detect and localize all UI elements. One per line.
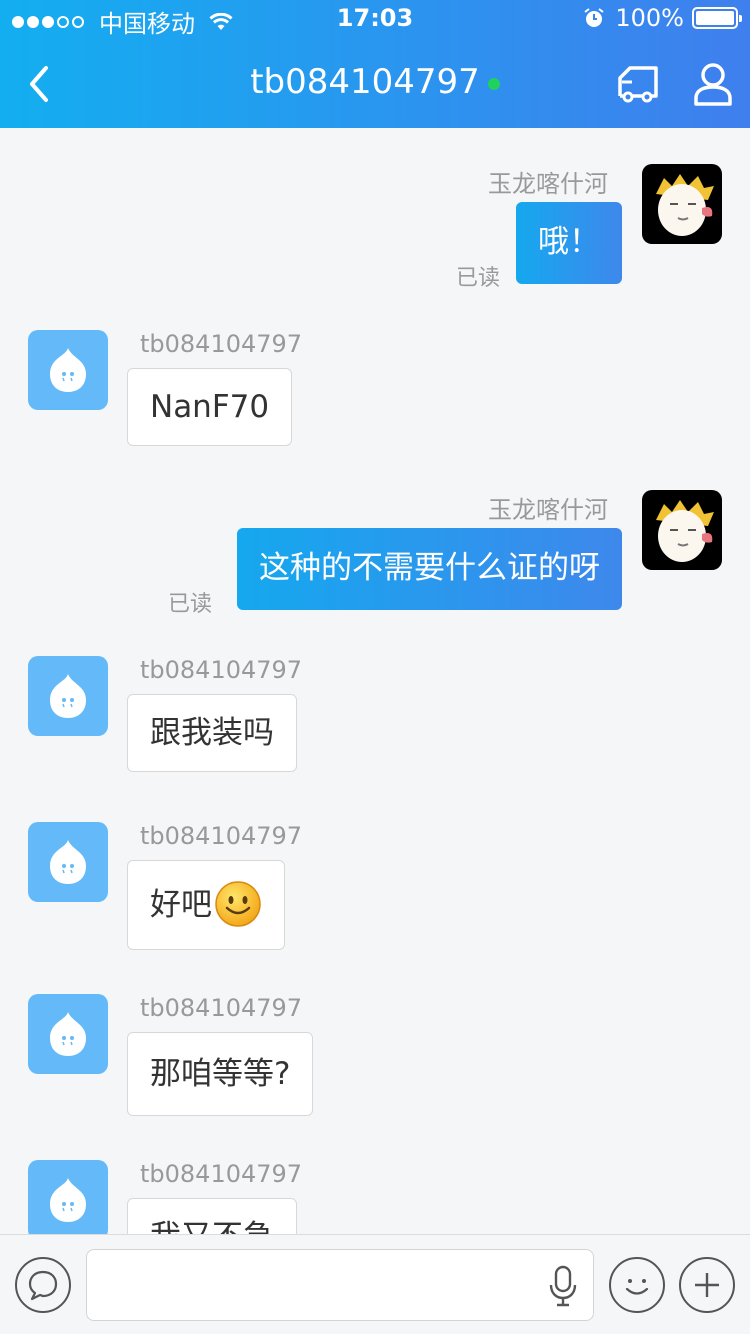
status-bar: 中国移动 17:03 100% <box>0 0 750 40</box>
message-bubble[interactable]: NanF70 <box>127 368 293 446</box>
default-avatar-icon <box>50 674 86 718</box>
user-profile-icon[interactable] <box>690 60 736 108</box>
message-bubble[interactable]: 好吧 <box>127 860 285 950</box>
contact-name: tb084104797 <box>250 62 480 102</box>
emoji-button[interactable] <box>609 1257 665 1313</box>
sender-name: tb084104797 <box>140 822 303 850</box>
smiley-icon <box>625 1279 649 1295</box>
message-text: 好吧 <box>150 887 212 923</box>
chat-mode-button[interactable] <box>15 1257 71 1313</box>
sender-name: tb084104797 <box>140 330 303 358</box>
avatar[interactable] <box>28 656 108 736</box>
default-avatar-icon <box>50 840 86 884</box>
avatar[interactable] <box>28 330 108 410</box>
read-receipt: 已读 <box>167 592 212 617</box>
smile-emoji-icon <box>215 880 261 927</box>
cat-avatar-icon <box>656 500 714 562</box>
alarm-clock-icon <box>584 8 604 27</box>
battery-icon <box>692 7 742 29</box>
more-actions-button[interactable] <box>679 1257 735 1313</box>
avatar[interactable] <box>642 490 722 570</box>
sender-name: tb084104797 <box>140 1160 303 1188</box>
message-bubble[interactable]: 哦！ <box>516 202 622 284</box>
chat-bubble-icon <box>28 1270 58 1301</box>
avatar[interactable] <box>28 1160 108 1234</box>
online-status-dot <box>487 77 500 90</box>
avatar[interactable] <box>28 994 108 1074</box>
battery-level <box>696 11 734 25</box>
message-list[interactable]: 玉龙喀什河 哦！ 已读 tb084104797 NanF70 玉龙喀什河 这种的… <box>0 128 750 1234</box>
chat-header: 中国移动 17:03 100% tb084104797 <box>0 0 750 128</box>
default-avatar-icon <box>50 1178 86 1222</box>
input-toolbar <box>0 1234 750 1334</box>
read-receipt: 已读 <box>455 266 500 291</box>
default-avatar-icon <box>50 1012 86 1056</box>
message-bubble[interactable]: 我又不急 <box>127 1198 297 1234</box>
avatar[interactable] <box>642 164 722 244</box>
delivery-truck-icon[interactable] <box>616 62 662 106</box>
cat-avatar-icon <box>656 174 714 236</box>
message-input[interactable] <box>86 1249 594 1321</box>
avatar[interactable] <box>28 822 108 902</box>
sender-name: tb084104797 <box>140 656 303 684</box>
message-bubble[interactable]: 那咱等等? <box>127 1032 314 1116</box>
plus-icon <box>695 1273 719 1297</box>
message-bubble[interactable]: 这种的不需要什么证的呀 <box>237 528 622 610</box>
sender-name: tb084104797 <box>140 994 303 1022</box>
sender-name: 玉龙喀什河 <box>488 496 608 524</box>
nav-bar: tb084104797 <box>0 40 750 128</box>
default-avatar-icon <box>50 348 86 392</box>
message-bubble[interactable]: 跟我装吗 <box>127 694 297 772</box>
microphone-icon[interactable] <box>548 1265 578 1307</box>
sender-name: 玉龙喀什河 <box>488 170 608 198</box>
status-right: 100% <box>583 4 742 32</box>
battery-percent: 100% <box>615 4 684 32</box>
